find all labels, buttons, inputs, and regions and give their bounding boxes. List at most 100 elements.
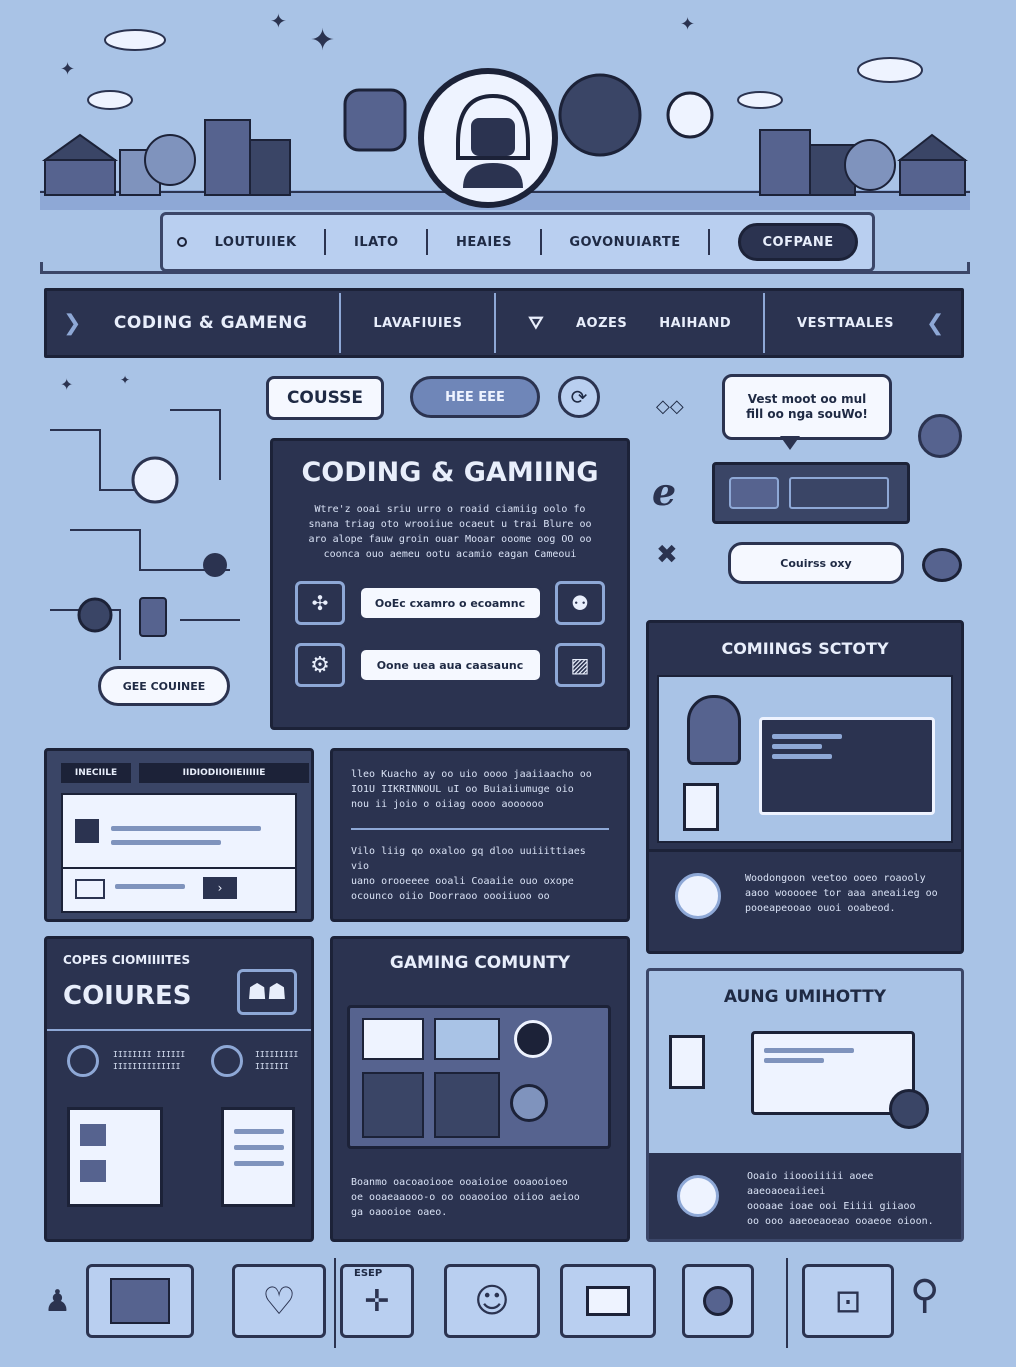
window-tab[interactable]: IIDIODIIOIIEIIIIIE bbox=[139, 763, 309, 783]
main-actions: ✣ OoEc cxamro o ecoamnc ⚉ ⚙ Oone uea aua… bbox=[295, 581, 605, 687]
heart-icon[interactable]: ♡ bbox=[232, 1264, 326, 1338]
media-panel bbox=[712, 462, 910, 524]
desk-scene bbox=[657, 675, 953, 843]
main-text: Wtre'z ooai sriu urro o roaid ciamiig oo… bbox=[308, 504, 592, 560]
desk-scene bbox=[659, 1025, 951, 1145]
file-icon bbox=[75, 819, 99, 843]
screen-tile bbox=[362, 1072, 424, 1138]
sun-icon bbox=[675, 873, 721, 919]
svg-text:✦: ✦ bbox=[60, 375, 73, 394]
card-text: Boanmo oacoaoiooe ooaioioe ooaooioeo oe … bbox=[351, 1177, 580, 1218]
card-text: Ooaio iioooiiiii aoee aaeoaoeaiieei oooa… bbox=[747, 1171, 934, 1227]
course-button[interactable]: COUSSE bbox=[266, 376, 384, 420]
nav-baseline bbox=[40, 262, 970, 274]
nav-item[interactable]: GOVONUIARTE bbox=[569, 235, 680, 250]
main-card: CODING & GAMIING Wtre'z ooai sriu urro o… bbox=[270, 438, 630, 730]
globe-icon bbox=[918, 414, 962, 458]
divider bbox=[339, 293, 342, 353]
nav-dot-icon bbox=[176, 237, 187, 247]
course-item[interactable]: IIIIIIII IIIIII IIIIIIIIIIIIII bbox=[113, 1049, 185, 1073]
power-icon bbox=[514, 1020, 552, 1058]
card-title: AUNG UMIHOTTY bbox=[723, 987, 887, 1007]
document-thumb bbox=[221, 1107, 295, 1207]
sparkle-icon: ◇◇ bbox=[656, 396, 684, 417]
book-icon bbox=[669, 1035, 705, 1089]
text-card: lleo Kuacho ay oo uio oooo jaaiiaacho oo… bbox=[330, 748, 630, 922]
controller-icon bbox=[510, 1084, 548, 1122]
speech-bubble: Vest moot oo mul fill oo nga souWo! bbox=[722, 374, 892, 440]
svg-text:✦: ✦ bbox=[310, 23, 335, 58]
card-title: COMIINGS SCTOTY bbox=[721, 639, 889, 658]
divider bbox=[708, 229, 711, 255]
card-title: COIURES bbox=[63, 981, 192, 1011]
speech-text: Vest moot oo mul fill oo nga souWo! bbox=[746, 392, 868, 421]
footer-divider bbox=[786, 1258, 788, 1348]
chip-icon[interactable]: ⊡ bbox=[802, 1264, 894, 1338]
gamer-icon[interactable]: ☺ bbox=[444, 1264, 540, 1338]
nav-cta-button[interactable]: COFPANE bbox=[738, 223, 859, 261]
get-course-button[interactable]: GEE COUINEE bbox=[98, 666, 230, 706]
divider bbox=[351, 828, 609, 830]
stripes-icon: ▨ bbox=[555, 643, 605, 687]
chevron-right-icon: ❮ bbox=[926, 310, 945, 336]
courses-card: COPES CIOMIIIITES COIURES ☗☗ IIIIIIII II… bbox=[44, 936, 314, 1242]
svg-text:✦: ✦ bbox=[60, 59, 75, 80]
course-item[interactable]: IIIIIIIII IIIIIII bbox=[255, 1049, 298, 1073]
screen-tile bbox=[362, 1018, 424, 1060]
nav-item[interactable]: LOUTUIIEK bbox=[215, 235, 297, 250]
banner-item[interactable]: LAVAFIUIES bbox=[373, 316, 462, 331]
next-button[interactable]: › bbox=[203, 877, 237, 899]
person-icon: ♟ bbox=[44, 1284, 71, 1319]
monitor bbox=[759, 717, 935, 815]
course-icon bbox=[211, 1045, 243, 1077]
screen-icon[interactable] bbox=[560, 1264, 656, 1338]
community-society-card: COMIINGS SCTOTY Woodongoon veetoo ooeo r… bbox=[646, 620, 964, 954]
divider bbox=[649, 849, 961, 852]
speaker-icon bbox=[889, 1089, 929, 1129]
aung-community-card: AUNG UMIHOTTY Ooaio iioooiiiii aoee aaeo… bbox=[646, 968, 964, 1242]
banner: ❯ CODING & GAMENG LAVAFIUIES ⛛ AOZES HAI… bbox=[44, 288, 964, 358]
nav-item[interactable]: ILATO bbox=[354, 235, 399, 250]
media-thumb bbox=[729, 477, 779, 509]
screen-tile bbox=[434, 1072, 500, 1138]
divider bbox=[494, 293, 497, 353]
card-title: GAMING COMUNTY bbox=[389, 953, 571, 973]
window-tab[interactable]: INECIILE bbox=[61, 763, 131, 783]
primary-action-button[interactable]: OoEc cxamro o ecoamnc bbox=[357, 585, 543, 621]
e-logo-icon: ℯ bbox=[652, 470, 677, 514]
person-avatar bbox=[687, 695, 741, 765]
banner-item[interactable]: AOZES bbox=[576, 316, 627, 331]
astronaut-helmet-icon bbox=[456, 93, 530, 188]
avatar bbox=[418, 68, 558, 208]
map-icon[interactable] bbox=[86, 1264, 194, 1338]
document-thumb bbox=[67, 1107, 163, 1207]
text-card-paragraph: lleo Kuacho ay oo uio oooo jaaiiaacho oo… bbox=[351, 769, 592, 810]
nav-item[interactable]: HEAIES bbox=[456, 235, 512, 250]
banner-item[interactable]: VESTTAALES bbox=[797, 316, 894, 331]
image-icon bbox=[75, 879, 105, 899]
lightbulb-icon: ⚲ bbox=[910, 1272, 940, 1318]
media-slider[interactable] bbox=[789, 477, 889, 509]
card-text: Woodongoon veetoo ooeo roaooly aaoo wooo… bbox=[745, 873, 938, 914]
svg-text:✦: ✦ bbox=[120, 373, 130, 387]
gear-icon: ⚙ bbox=[295, 643, 345, 687]
course-oxy-button[interactable]: Couirss oxy bbox=[728, 542, 904, 584]
camera-icon[interactable] bbox=[682, 1264, 754, 1338]
banner-item[interactable]: HAIHAND bbox=[659, 316, 731, 331]
flower-icon: ✖ bbox=[656, 540, 678, 570]
footer-tag: ESEP bbox=[354, 1268, 383, 1279]
puzzle-icon: ✣ bbox=[295, 581, 345, 625]
divider bbox=[426, 229, 429, 255]
chevron-left-icon: ❯ bbox=[62, 310, 82, 336]
banner-title: CODING & GAMENG bbox=[113, 313, 308, 333]
hee-button[interactable]: HEE EEE bbox=[410, 376, 540, 418]
screen-tile bbox=[434, 1018, 500, 1060]
dashboard-screen bbox=[347, 1005, 611, 1149]
card-subtitle: COPES CIOMIIIITES bbox=[63, 953, 191, 967]
robot-icon: ⚉ bbox=[555, 581, 605, 625]
window-card: INECIILE IIDIODIIOIIEIIIIIE › bbox=[44, 748, 314, 922]
refresh-icon[interactable]: ⟳ bbox=[558, 376, 600, 418]
secondary-action-button[interactable]: Oone uea aua caasaunc bbox=[357, 647, 543, 683]
group-icon: ☗☗ bbox=[237, 969, 297, 1015]
main-title: CODING & GAMIING bbox=[301, 457, 599, 488]
